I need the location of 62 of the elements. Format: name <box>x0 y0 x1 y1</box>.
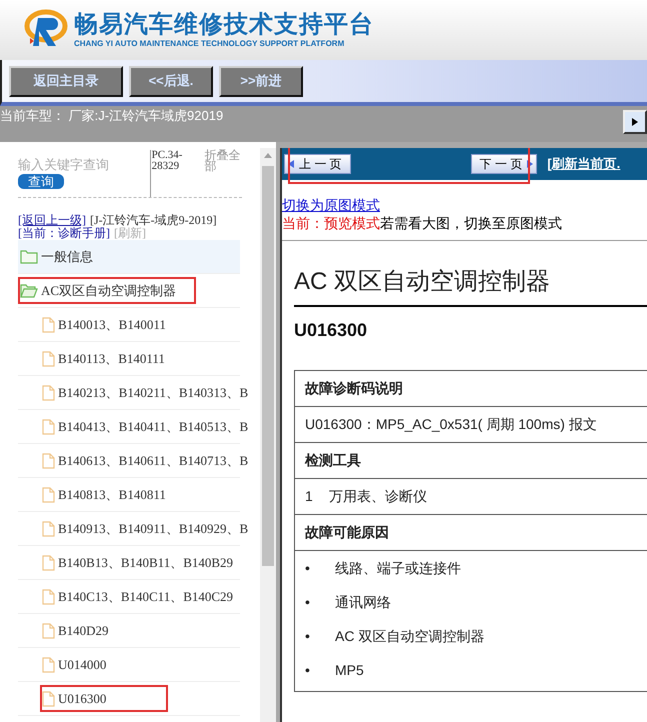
current-vehicle-text: 当前车型： 厂家:J-江铃汽车域虎92019 <box>0 107 224 125</box>
tree-file-item[interactable]: B140D29 <box>40 616 117 644</box>
list-item-text: AC 双区自动空调控制器 <box>335 626 484 646</box>
file-icon <box>42 656 55 672</box>
table-cell-text: 万用表、诊断仪 <box>328 487 427 506</box>
table-heading: 检测工具 <box>305 451 361 470</box>
file-icon <box>42 554 55 570</box>
list-item-text: 线路、端子或连接件 <box>335 558 461 578</box>
arrow-right-icon <box>526 159 534 169</box>
site-title: 畅易汽车维修技术支持平台 <box>74 11 374 39</box>
tree-file-item[interactable]: B140B13、B140B11、B140B29 <box>40 548 242 576</box>
tree-file-item[interactable]: B140413、B140411、B140513、B <box>40 412 256 440</box>
code-text: PC.34-28329 <box>150 150 201 197</box>
tree-file-item[interactable]: U016300 <box>40 684 168 712</box>
tree-file-item[interactable]: B140213、B140211、B140313、B <box>40 378 256 406</box>
bullet-mark: • <box>305 592 311 612</box>
current-section-text: [当前：诊断手册] <box>18 227 110 240</box>
tree-file-item[interactable]: B140913、B140911、B140929、B <box>40 514 256 542</box>
vehicle-breadcrumb: [J-江铃汽车-域虎9-2019] <box>90 214 217 227</box>
bullet-mark: • <box>305 626 311 646</box>
refresh-page-link[interactable]: [刷新当前页. <box>547 154 620 174</box>
tree-folder-item[interactable]: AC双区自动空调控制器 <box>18 276 196 304</box>
scroll-up-icon <box>264 153 272 158</box>
item-number: 1 <box>305 487 313 506</box>
search-button[interactable]: 查询 <box>18 174 64 189</box>
table-heading: 故障可能原因 <box>305 523 389 542</box>
arrow-left-icon <box>287 159 295 169</box>
file-icon <box>42 520 55 536</box>
tree-file-item[interactable]: B140C13、B140C11、B140C29 <box>40 582 242 610</box>
file-icon <box>42 418 55 434</box>
file-icon <box>42 622 55 638</box>
list-item-text: MP5 <box>335 660 364 680</box>
table-cell-text: U016300：MP5_AC_0x531( 周期 100ms) 报文 <box>305 415 597 434</box>
mode-status-text: 当前：预览模式 <box>282 214 380 232</box>
table-heading: 故障诊断码说明 <box>305 379 403 398</box>
file-icon <box>42 588 55 604</box>
tree-file-item[interactable]: B140613、B140611、B140713、B <box>40 446 256 474</box>
file-icon <box>42 486 55 502</box>
mode-hint-text: 若需看大图，切换至原图模式 <box>380 214 562 232</box>
scrollbar[interactable] <box>260 148 276 722</box>
site-subtitle: CHANG YI AUTO MAINTENANCE TECHNOLOGY SUPPORT PLATFORM <box>74 39 346 49</box>
tree-file-item[interactable]: U014000 <box>40 650 114 678</box>
file-icon <box>42 384 55 400</box>
tree-file-item[interactable]: B140013、B140011 <box>40 310 174 338</box>
open-folder-icon <box>20 283 38 298</box>
file-icon <box>42 690 55 706</box>
bullet-mark: • <box>305 660 311 680</box>
fault-code-heading: U016300 <box>294 319 368 342</box>
panel-toggle-button[interactable] <box>623 110 647 134</box>
file-icon <box>42 452 55 468</box>
file-icon <box>42 350 55 366</box>
previous-page-button[interactable]: 上 一 页 <box>284 154 351 174</box>
list-item-text: 通讯网络 <box>335 592 391 612</box>
arrow-right-icon <box>631 117 639 127</box>
next-page-button[interactable]: 下 一 页 <box>470 154 538 174</box>
document-title: AC 双区自动空调控制器 <box>294 265 647 307</box>
tree-file-item[interactable]: B140813、B140811 <box>40 480 174 508</box>
tree-file-item[interactable]: B140113、B140111 <box>40 344 173 372</box>
back-link[interactable]: [返回上一级] <box>18 214 86 227</box>
file-icon <box>42 316 55 332</box>
bullet-mark: • <box>305 558 311 578</box>
original-mode-link[interactable]: 切换为原图模式 <box>282 197 380 213</box>
